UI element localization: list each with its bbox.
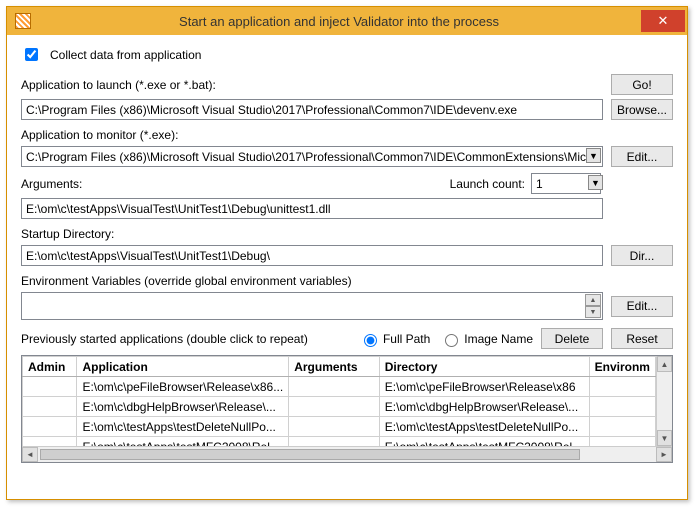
table-row[interactable]: E:\om\c\testApps\testDeleteNullPo... E:\o… xyxy=(23,417,656,437)
close-icon: ✕ xyxy=(658,13,669,29)
window-title: Start an application and inject Validato… xyxy=(37,14,641,29)
scroll-right-icon[interactable]: ► xyxy=(656,447,672,462)
arguments-label: Arguments: xyxy=(21,177,82,191)
startup-dir-label: Startup Directory: xyxy=(21,227,603,241)
cell-environment xyxy=(589,397,655,417)
cell-arguments xyxy=(289,397,380,417)
cell-directory: E:\om\c\testApps\testDeleteNullPo... xyxy=(379,417,589,437)
env-label: Environment Variables (override global e… xyxy=(21,274,603,288)
path-mode-radio-group: Full Path Image Name xyxy=(359,331,533,347)
cell-environment xyxy=(589,417,655,437)
titlebar: Start an application and inject Validato… xyxy=(7,7,687,35)
table-row[interactable]: E:\om\c\peFileBrowser\Release\x86... E:\o… xyxy=(23,377,656,397)
history-table: Admin Application Arguments Directory En… xyxy=(21,355,673,463)
col-header-arguments[interactable]: Arguments xyxy=(289,357,380,377)
image-name-radio-label: Image Name xyxy=(464,332,533,346)
reset-button[interactable]: Reset xyxy=(611,328,673,349)
vertical-scrollbar[interactable]: ▲ ▼ xyxy=(656,356,672,446)
cell-admin xyxy=(23,417,77,437)
full-path-radio[interactable] xyxy=(364,334,377,347)
chevron-down-icon[interactable]: ▼ xyxy=(588,175,603,190)
monitor-app-combo[interactable] xyxy=(21,146,603,167)
monitor-edit-button[interactable]: Edit... xyxy=(611,146,673,167)
cell-application: E:\om\c\dbgHelpBrowser\Release\... xyxy=(77,397,289,417)
arguments-input[interactable] xyxy=(21,198,603,219)
cell-application: E:\om\c\peFileBrowser\Release\x86... xyxy=(77,377,289,397)
collect-data-label: Collect data from application xyxy=(50,48,201,62)
scroll-thumb[interactable] xyxy=(40,449,580,460)
horizontal-scrollbar[interactable]: ◄ ► xyxy=(22,446,672,462)
cell-arguments xyxy=(289,377,380,397)
env-edit-button[interactable]: Edit... xyxy=(611,296,673,317)
col-header-environment[interactable]: Environm xyxy=(589,357,655,377)
cell-arguments xyxy=(289,417,380,437)
cell-environment xyxy=(589,377,655,397)
spinner-down-icon[interactable]: ▼ xyxy=(585,306,601,318)
app-icon xyxy=(15,13,31,29)
go-button[interactable]: Go! xyxy=(611,74,673,95)
cell-application: E:\om\c\testApps\testDeleteNullPo... xyxy=(77,417,289,437)
cell-admin xyxy=(23,397,77,417)
cell-directory: E:\om\c\dbgHelpBrowser\Release\... xyxy=(379,397,589,417)
browse-button[interactable]: Browse... xyxy=(611,99,673,120)
scroll-left-icon[interactable]: ◄ xyxy=(22,447,38,462)
scroll-down-icon[interactable]: ▼ xyxy=(657,430,672,446)
startup-dir-input[interactable] xyxy=(21,245,603,266)
dir-button[interactable]: Dir... xyxy=(611,245,673,266)
scroll-up-icon[interactable]: ▲ xyxy=(657,356,672,372)
cell-admin xyxy=(23,377,77,397)
spinner-up-icon[interactable]: ▲ xyxy=(585,294,601,306)
cell-directory: E:\om\c\peFileBrowser\Release\x86 xyxy=(379,377,589,397)
launch-app-input[interactable] xyxy=(21,99,603,120)
monitor-app-label: Application to monitor (*.exe): xyxy=(21,128,603,142)
image-name-radio[interactable] xyxy=(445,334,458,347)
delete-button[interactable]: Delete xyxy=(541,328,603,349)
col-header-admin[interactable]: Admin xyxy=(23,357,77,377)
dialog-window: Start an application and inject Validato… xyxy=(6,6,688,500)
close-button[interactable]: ✕ xyxy=(641,10,685,32)
col-header-directory[interactable]: Directory xyxy=(379,357,589,377)
full-path-radio-label: Full Path xyxy=(383,332,430,346)
chevron-down-icon[interactable]: ▼ xyxy=(586,148,601,163)
history-label: Previously started applications (double … xyxy=(21,332,351,346)
collect-data-checkbox[interactable] xyxy=(25,48,38,61)
dialog-content: Collect data from application Applicatio… xyxy=(7,35,687,469)
col-header-application[interactable]: Application xyxy=(77,357,289,377)
launch-count-label: Launch count: xyxy=(450,177,525,191)
launch-app-label: Application to launch (*.exe or *.bat): xyxy=(21,78,603,92)
env-list[interactable]: ▲ ▼ xyxy=(21,292,603,320)
table-row[interactable]: E:\om\c\dbgHelpBrowser\Release\... E:\om\… xyxy=(23,397,656,417)
